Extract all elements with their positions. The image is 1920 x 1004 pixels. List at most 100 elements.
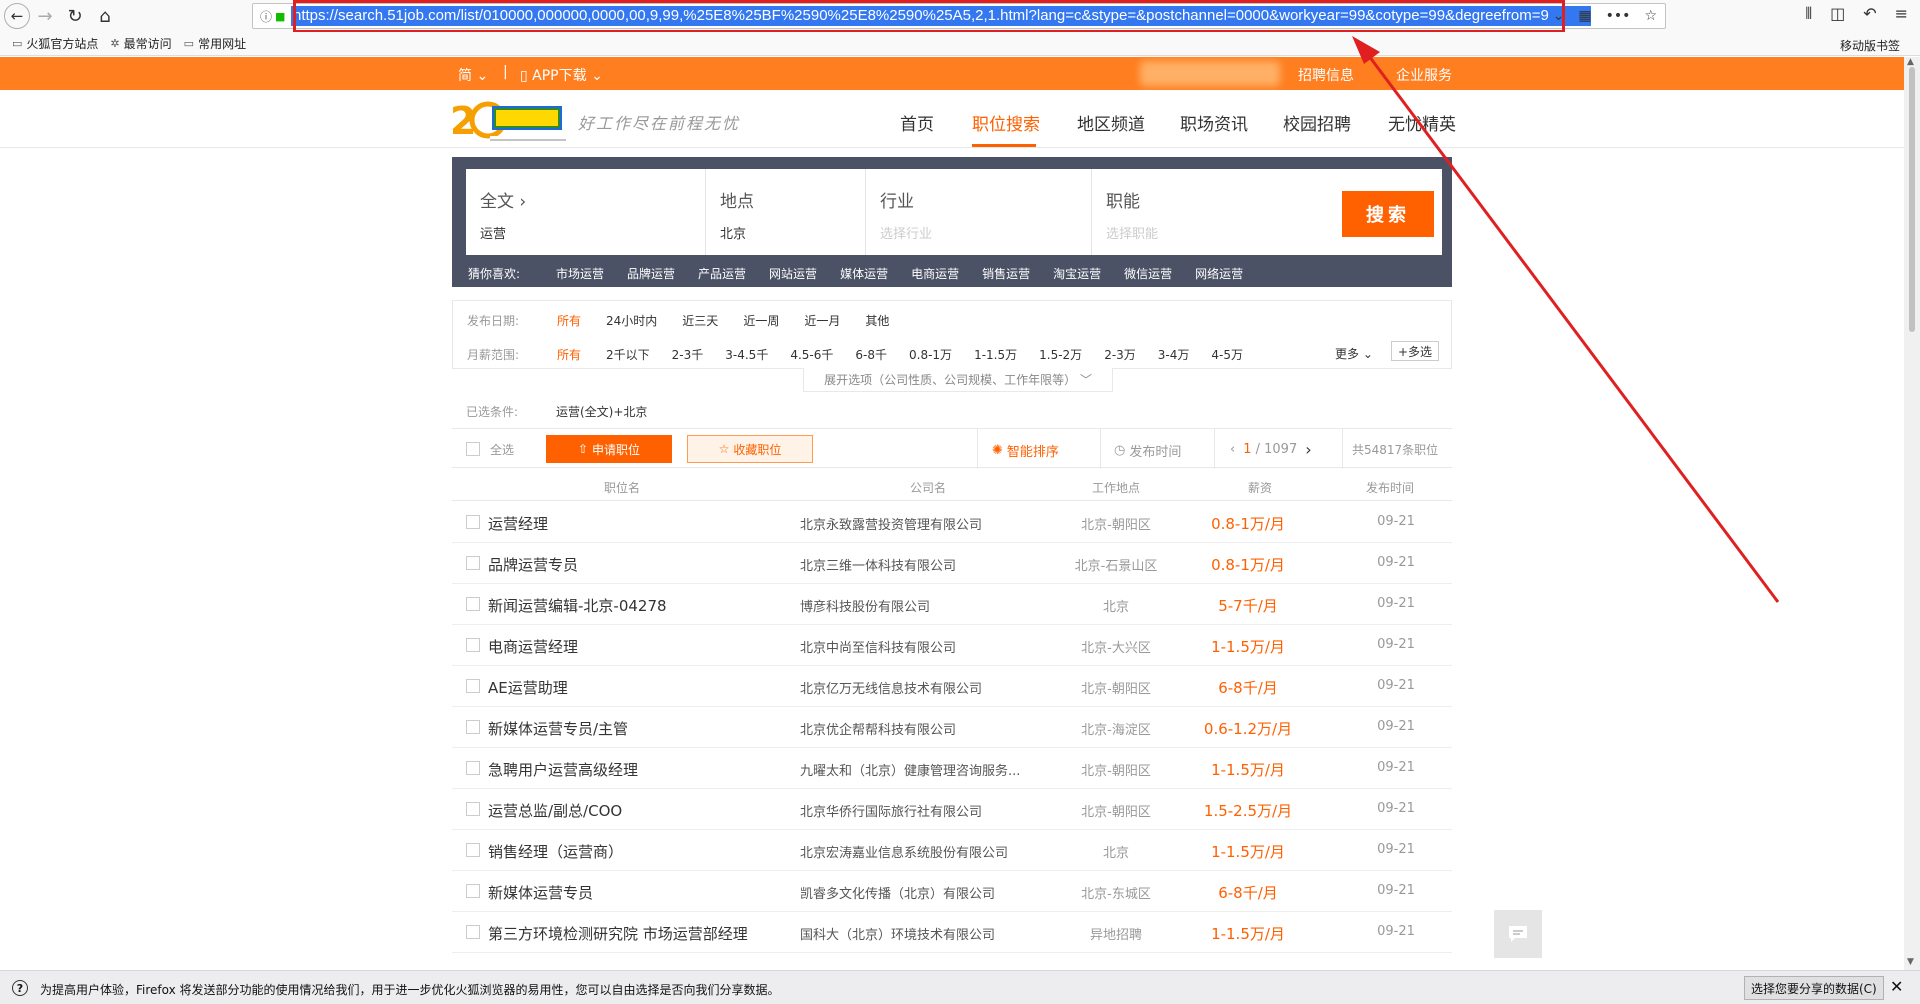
- scroll-thumb[interactable]: [1909, 67, 1915, 332]
- nav-home[interactable]: 首页: [900, 110, 934, 135]
- job-title-link[interactable]: 新媒体运营专员/主管: [488, 718, 628, 739]
- company-link[interactable]: 国科大（北京）环境技术有限公司: [800, 924, 995, 943]
- dropdown-icon[interactable]: ⌄: [1553, 8, 1565, 24]
- bookmark-item[interactable]: ✲ 最常访问: [110, 35, 171, 52]
- company-link[interactable]: 北京优企帮帮科技有限公司: [800, 719, 956, 738]
- job-title-link[interactable]: 品牌运营专员: [488, 554, 578, 575]
- date-option[interactable]: 近三天: [682, 312, 718, 329]
- function-field[interactable]: 职能 选择职能: [1092, 169, 1318, 255]
- scroll-down-icon[interactable]: ▼: [1907, 957, 1914, 967]
- multi-select-button[interactable]: +多选: [1391, 341, 1439, 361]
- time-sort-button[interactable]: ◷ 发布时间: [1114, 441, 1181, 460]
- row-checkbox[interactable]: [466, 638, 480, 652]
- job-title-link[interactable]: 运营经理: [488, 513, 548, 534]
- library-icon[interactable]: ⫴: [1805, 4, 1812, 24]
- company-link[interactable]: 北京亿万无线信息技术有限公司: [800, 678, 982, 697]
- guess-item[interactable]: 媒体运营: [840, 265, 888, 282]
- row-checkbox[interactable]: [466, 679, 480, 693]
- language-select[interactable]: 简 ⌄: [458, 65, 488, 85]
- salary-option[interactable]: 6-8千: [855, 346, 887, 363]
- job-title-link[interactable]: 销售经理（运营商）: [488, 841, 623, 862]
- job-title-link[interactable]: 新媒体运营专员: [488, 882, 593, 903]
- row-checkbox[interactable]: [466, 515, 480, 529]
- scrollbar[interactable]: ▲ ▼: [1904, 57, 1920, 970]
- salary-option[interactable]: 3-4.5千: [725, 346, 768, 363]
- nav-elite[interactable]: 无忧精英: [1388, 110, 1456, 135]
- salary-option[interactable]: 2千以下: [606, 346, 650, 363]
- guess-item[interactable]: 网络运营: [1195, 265, 1243, 282]
- table-row[interactable]: 新闻运营编辑-北京-04278 博彦科技股份有限公司 北京 5-7千/月 09-21: [452, 584, 1452, 625]
- industry-field[interactable]: 行业 选择行业: [866, 169, 1092, 255]
- select-all-checkbox[interactable]: [466, 442, 480, 456]
- salary-option[interactable]: 4-5万: [1211, 346, 1243, 363]
- salary-option[interactable]: 0.8-1万: [909, 346, 952, 363]
- company-link[interactable]: 九曜太和（北京）健康管理咨询服务...: [800, 760, 1020, 779]
- select-all-label[interactable]: 全选: [490, 441, 514, 458]
- row-checkbox[interactable]: [466, 884, 480, 898]
- more-actions-icon[interactable]: •••: [1606, 8, 1631, 24]
- company-link[interactable]: 北京永致露营投资管理有限公司: [800, 514, 982, 533]
- table-row[interactable]: 电商运营经理 北京中尚至信科技有限公司 北京-大兴区 1-1.5万/月 09-21: [452, 625, 1452, 666]
- expand-options-button[interactable]: 展开选项（公司性质、公司规模、工作年限等） ﹀: [803, 368, 1113, 392]
- salary-option[interactable]: 2-3万: [1104, 346, 1136, 363]
- job-title-link[interactable]: 运营总监/副总/COO: [488, 800, 622, 821]
- nav-career-news[interactable]: 职场资讯: [1180, 110, 1248, 135]
- salary-option[interactable]: 3-4万: [1158, 346, 1190, 363]
- back-icon[interactable]: ←: [4, 3, 30, 29]
- reload-icon[interactable]: ↻: [60, 1, 90, 31]
- forward-icon[interactable]: →: [30, 1, 60, 31]
- guess-item[interactable]: 电商运营: [911, 265, 959, 282]
- job-title-link[interactable]: 电商运营经理: [488, 636, 578, 657]
- guess-item[interactable]: 微信运营: [1124, 265, 1172, 282]
- favorite-job-button[interactable]: ☆ 收藏职位: [687, 435, 813, 463]
- guess-item[interactable]: 产品运营: [698, 265, 746, 282]
- info-icon[interactable]: ⓘ: [257, 8, 275, 25]
- date-option[interactable]: 近一周: [743, 312, 779, 329]
- company-link[interactable]: 北京宏涛嘉业信息系统股份有限公司: [800, 842, 1008, 861]
- date-option[interactable]: 其他: [865, 312, 889, 329]
- row-checkbox[interactable]: [466, 843, 480, 857]
- salary-option[interactable]: 4.5-6千: [790, 346, 833, 363]
- more-filter-button[interactable]: 更多 ⌄: [1335, 345, 1373, 362]
- apply-job-button[interactable]: ⇧ 申请职位: [546, 435, 672, 463]
- scroll-up-icon[interactable]: ▲: [1907, 57, 1914, 67]
- guess-item[interactable]: 市场运营: [556, 265, 604, 282]
- fulltext-value[interactable]: 运营: [480, 223, 506, 242]
- row-checkbox[interactable]: [466, 556, 480, 570]
- guess-item[interactable]: 淘宝运营: [1053, 265, 1101, 282]
- search-button[interactable]: 搜索: [1342, 191, 1434, 237]
- company-link[interactable]: 北京中尚至信科技有限公司: [800, 637, 956, 656]
- salary-option[interactable]: 所有: [557, 346, 581, 363]
- job-title-link[interactable]: 新闻运营编辑-北京-04278: [488, 595, 667, 616]
- date-option[interactable]: 近一月: [804, 312, 840, 329]
- smart-sort-button[interactable]: ✺ 智能排序: [992, 441, 1059, 460]
- company-link[interactable]: 北京三维一体科技有限公司: [800, 555, 956, 574]
- table-row[interactable]: AE运营助理 北京亿万无线信息技术有限公司 北京-朝阳区 6-8千/月 09-21: [452, 666, 1452, 707]
- table-row[interactable]: 新媒体运营专员/主管 北京优企帮帮科技有限公司 北京-海淀区 0.6-1.2万/月 09…: [452, 707, 1452, 748]
- table-row[interactable]: 运营经理 北京永致露营投资管理有限公司 北京-朝阳区 0.8-1万/月 09-21: [452, 502, 1452, 543]
- guess-item[interactable]: 销售运营: [982, 265, 1030, 282]
- job-title-link[interactable]: 急聘用户运营高级经理: [488, 759, 638, 780]
- location-field[interactable]: 地点 北京: [706, 169, 866, 255]
- qr-code-icon[interactable]: ▦: [1578, 8, 1591, 24]
- row-checkbox[interactable]: [466, 925, 480, 939]
- company-link[interactable]: 博彦科技股份有限公司: [800, 596, 930, 615]
- share-data-button[interactable]: 选择您要分享的数据(C): [1744, 976, 1884, 1000]
- table-row[interactable]: 新媒体运营专员 凯睿多文化传播（北京）有限公司 北京-东城区 6-8千/月 09-21: [452, 871, 1452, 912]
- url-bar[interactable]: ⓘ ■ https://search.51job.com/list/010000…: [252, 3, 1666, 29]
- salary-option[interactable]: 1.5-2万: [1039, 346, 1082, 363]
- date-option[interactable]: 所有: [557, 312, 581, 329]
- company-link[interactable]: 凯睿多文化传播（北京）有限公司: [800, 883, 995, 902]
- row-checkbox[interactable]: [466, 802, 480, 816]
- bookmark-item[interactable]: ▭ 常用网址: [184, 35, 246, 52]
- location-value[interactable]: 北京: [720, 223, 746, 242]
- salary-option[interactable]: 2-3千: [672, 346, 704, 363]
- 51job-logo[interactable]: 2: [450, 96, 570, 144]
- row-checkbox[interactable]: [466, 720, 480, 734]
- table-row[interactable]: 第三方环境检测研究院 市场运营部经理 国科大（北京）环境技术有限公司 异地招聘 1-1…: [452, 912, 1452, 953]
- nav-campus[interactable]: 校园招聘: [1283, 110, 1351, 135]
- function-placeholder[interactable]: 选择职能: [1106, 223, 1158, 242]
- guess-item[interactable]: 品牌运营: [627, 265, 675, 282]
- job-title-link[interactable]: AE运营助理: [488, 677, 568, 698]
- table-row[interactable]: 销售经理（运营商） 北京宏涛嘉业信息系统股份有限公司 北京 1-1.5万/月 09-21: [452, 830, 1452, 871]
